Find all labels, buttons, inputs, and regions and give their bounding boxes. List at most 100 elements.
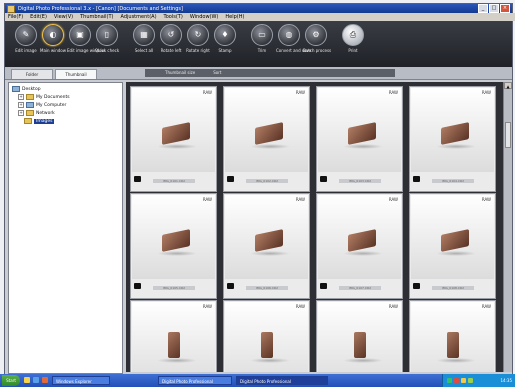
volume-tray-icon[interactable]: [461, 378, 466, 383]
expand-icon[interactable]: +: [18, 94, 24, 100]
taskbar: Start Windows Explorer Digital Photo Pro…: [0, 374, 515, 387]
thumbnail[interactable]: RAW IMG_0101.CR2: [130, 86, 217, 192]
menu-item[interactable]: Edit(E): [30, 14, 47, 20]
scroll-thumb[interactable]: [505, 122, 511, 148]
tree-node[interactable]: + My Computer: [18, 102, 66, 108]
raw-badge: RAW: [481, 90, 491, 95]
product-photo: [162, 122, 190, 145]
menu-item[interactable]: Help(H): [225, 14, 244, 20]
ie-quicklaunch-icon[interactable]: [33, 377, 39, 383]
product-photo: [348, 229, 376, 252]
computer-icon: [26, 102, 34, 108]
raw-badge: RAW: [295, 197, 305, 202]
minimize-button[interactable]: _: [478, 4, 488, 13]
close-button[interactable]: ×: [500, 4, 510, 13]
thumbnail[interactable]: RAW IMG_0102.CR2: [223, 86, 310, 192]
toolbar-button[interactable]: ◍ Convert and save: [276, 24, 312, 64]
toolbar-button[interactable]: ⚙ Batch process: [303, 24, 332, 64]
thumbnail[interactable]: RAW IMG_0105.CR2: [130, 193, 217, 299]
toolbar-label: Batch process: [303, 48, 332, 53]
thumbnail-image: [132, 302, 215, 372]
toolbar-glyph: ⚙: [312, 30, 320, 39]
thumbnail[interactable]: RAWIMG_0109.CR2: [130, 300, 217, 372]
start-button[interactable]: Start: [2, 375, 20, 386]
toolbar-button[interactable]: ▯ Quick check: [94, 24, 120, 64]
toolbar-button[interactable]: ↺ Rotate left: [158, 24, 184, 64]
task-explorer[interactable]: Windows Explorer: [52, 376, 110, 385]
thumbnail-image: [411, 88, 494, 172]
security-tray-icon[interactable]: [454, 378, 459, 383]
tab-folder[interactable]: Folder: [11, 69, 53, 79]
thumbnail[interactable]: RAW IMG_0103.CR2: [316, 86, 403, 192]
toolbar-button[interactable]: ▦ Select all: [131, 24, 157, 64]
toolbar-glyph: ♦: [221, 30, 229, 39]
rotate-right-icon: ↻: [187, 24, 209, 46]
media-quicklaunch-icon[interactable]: [42, 377, 48, 383]
toolbar-glyph: ✎: [22, 30, 30, 39]
tab-bar: Folder Thumbnail Thumbnail size Sort: [5, 67, 512, 80]
toolbar-label: Quick check: [94, 48, 120, 53]
folder-tree: Desktop + My Documents + My Computer + Network…: [8, 82, 123, 374]
tree-node-label: My Documents: [36, 94, 70, 100]
thumbnail[interactable]: RAW IMG_0106.CR2: [223, 193, 310, 299]
thumbnail-grid: RAW IMG_0101.CR2 RAW IMG_0102.CR2 RAW IMG_010…: [126, 82, 503, 372]
tree-node[interactable]: Desktop: [12, 86, 41, 92]
task-dpp-1[interactable]: Digital Photo Professional: [158, 376, 232, 385]
toolbar-button[interactable]: ▣ Edit image window: [67, 24, 105, 64]
thumbnail[interactable]: RAWIMG_0111.CR2: [316, 300, 403, 372]
tree-node[interactable]: + My Documents: [18, 94, 70, 100]
expand-icon[interactable]: +: [18, 110, 24, 116]
update-tray-icon[interactable]: [468, 378, 473, 383]
thumbnail[interactable]: RAWIMG_0110.CR2: [223, 300, 310, 372]
raw-badge: RAW: [202, 197, 212, 202]
sort-label[interactable]: Sort: [213, 69, 221, 77]
menu-item[interactable]: Tools(T): [164, 14, 183, 20]
task-dpp-2[interactable]: Digital Photo Professional: [236, 376, 328, 385]
computer-icon: [12, 86, 20, 92]
toolbar-button[interactable]: ♦ Stamp: [212, 24, 238, 64]
menu-item[interactable]: Thumbnail(T): [80, 14, 113, 20]
thumbnail[interactable]: RAWIMG_0112.CR2: [409, 300, 496, 372]
menu-bar: File(F) Edit(E) View(V) Thumbnail(T) Adjustm…: [5, 13, 515, 21]
raw-badge: RAW: [202, 304, 212, 309]
vertical-scrollbar[interactable]: ▲: [503, 82, 512, 372]
toolbar-button[interactable]: ◐ Main window: [40, 24, 66, 64]
thumbnail[interactable]: RAW IMG_0104.CR2: [409, 86, 496, 192]
explorer-quicklaunch-icon[interactable]: [24, 377, 30, 383]
thumbnail-size-label[interactable]: Thumbnail size: [165, 69, 195, 77]
menu-item[interactable]: File(F): [8, 14, 23, 20]
maximize-button[interactable]: □: [489, 4, 499, 13]
camera-icon: [134, 283, 141, 289]
toolbar-button[interactable]: ↻ Rotate right: [185, 24, 211, 64]
toolbar-button[interactable]: ▭ Trim: [249, 24, 275, 64]
toolbar-label: Edit image: [15, 48, 37, 53]
thumbnail-image: [132, 88, 215, 172]
menu-item[interactable]: Window(W): [190, 14, 219, 20]
menu-item[interactable]: View(V): [54, 14, 73, 20]
thumbnail-image: [318, 88, 401, 172]
toolbar-glyph: ↺: [167, 30, 175, 39]
toolbar-button[interactable]: ✎ Edit image: [13, 24, 39, 64]
main-window-icon: ◐: [42, 24, 64, 46]
select-all-icon: ▦: [133, 24, 155, 46]
toolbar-button[interactable]: ⎙ Print: [340, 24, 366, 64]
tree-node-label: Network: [36, 110, 55, 116]
menu-item[interactable]: Adjustment(A): [121, 14, 157, 20]
thumbnail[interactable]: RAW IMG_0108.CR2: [409, 193, 496, 299]
tree-node[interactable]: Images: [24, 118, 55, 124]
thumbnail-filename: IMG_0101.CR2: [153, 179, 195, 183]
toolbar-glyph: ◐: [49, 30, 57, 39]
toolbar-label: Convert and save: [276, 48, 312, 53]
raw-badge: RAW: [295, 304, 305, 309]
scroll-up-icon[interactable]: ▲: [504, 82, 512, 89]
thumbnail-image: [225, 302, 308, 372]
thumbnail[interactable]: RAW IMG_0107.CR2: [316, 193, 403, 299]
convert-save-icon: ◍: [278, 24, 300, 46]
expand-icon[interactable]: +: [18, 102, 24, 108]
thumbnail-filename: IMG_0108.CR2: [432, 286, 474, 290]
clock: 14:35: [500, 378, 512, 383]
product-photo: [348, 122, 376, 145]
tree-node[interactable]: + Network: [18, 110, 55, 116]
tab-thumbnail[interactable]: Thumbnail: [55, 69, 97, 79]
network-tray-icon[interactable]: [447, 378, 452, 383]
